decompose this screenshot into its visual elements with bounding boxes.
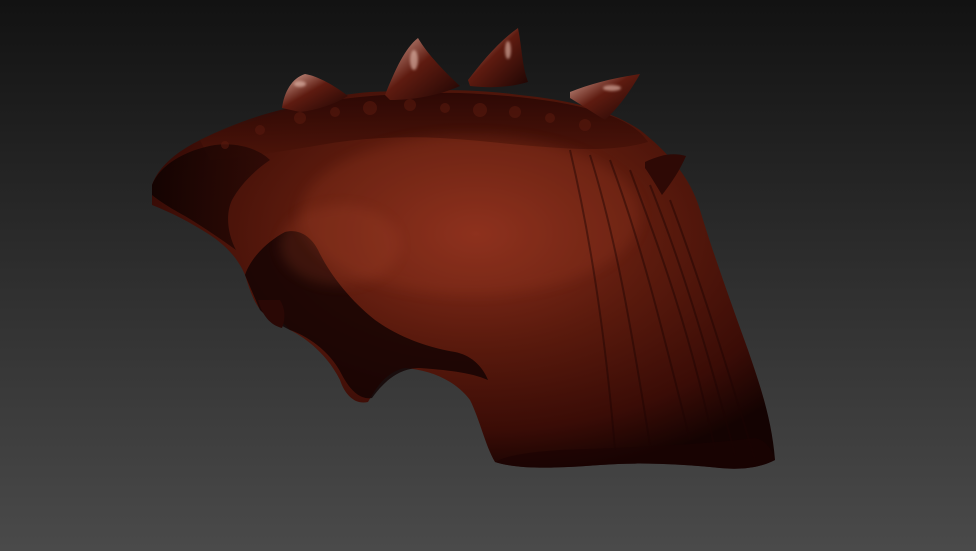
shell-sheen-2 (280, 205, 400, 285)
scene-svg[interactable] (0, 0, 976, 551)
viewport-canvas[interactable] (0, 0, 976, 551)
